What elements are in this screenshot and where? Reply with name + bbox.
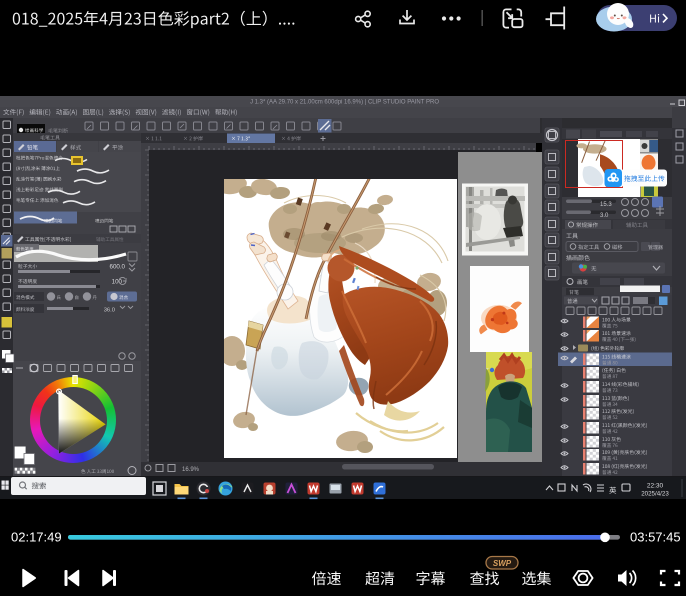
svg-text:3.0: 3.0: [600, 213, 609, 219]
svg-text:22:30: 22:30: [647, 483, 664, 490]
svg-text:SWP: SWP: [493, 559, 512, 568]
svg-text:36.0: 36.0: [104, 308, 115, 314]
svg-text:16.9%: 16.9%: [182, 467, 200, 473]
svg-text:2025/4/23: 2025/4/23: [641, 491, 669, 498]
svg-text:15.3: 15.3: [600, 202, 612, 208]
svg-text:02:17:49: 02:17:49: [11, 530, 62, 545]
svg-text:J 1.3* (AA 29.70 x 21.00cm 600: J 1.3* (AA 29.70 x 21.00cm 600dpi 16.9%)…: [250, 100, 439, 106]
svg-text:600.0: 600.0: [110, 264, 126, 271]
svg-text:03:57:45: 03:57:45: [630, 530, 681, 545]
